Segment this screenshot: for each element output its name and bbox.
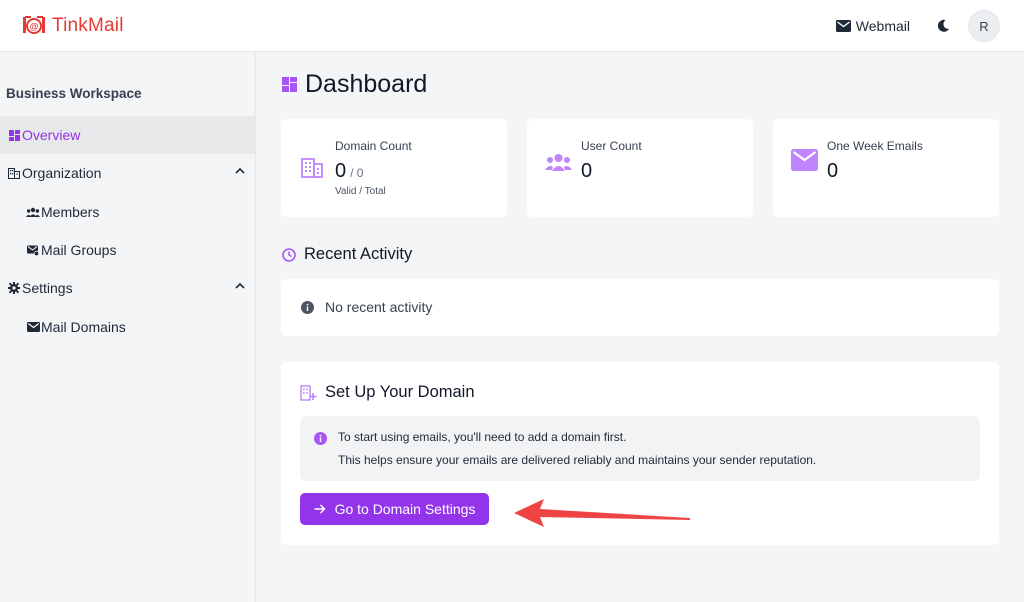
stat-value: 0: [581, 160, 593, 182]
workspace-name: Business Workspace: [6, 86, 142, 101]
button-label: Go to Domain Settings: [334, 501, 476, 517]
stat-label: Domain Count: [335, 139, 412, 153]
mail-icon: [25, 322, 41, 332]
envelope-icon: [835, 20, 856, 32]
stat-value-number: 0: [335, 160, 347, 182]
recent-activity-title: Recent Activity: [304, 245, 413, 263]
dashboard-icon: [282, 77, 297, 92]
sidebar-item-label: Mail Groups: [41, 242, 117, 258]
go-to-domain-settings-button[interactable]: Go to Domain Settings: [300, 493, 489, 525]
stat-value-total: / 0: [350, 166, 364, 180]
page-title-text: Dashboard: [305, 70, 428, 98]
stat-value: 0: [827, 160, 839, 182]
users-icon: [25, 207, 41, 217]
svg-text:@: @: [30, 22, 39, 32]
stat-value: 0/ 0: [335, 160, 363, 183]
top-bar: @ TinkMail Webmail R: [0, 0, 1024, 52]
brand-name: TinkMail: [52, 15, 124, 36]
sidebar-item-label: Overview: [22, 127, 81, 143]
empty-activity-row: No recent activity: [301, 299, 432, 315]
tinkmail-logo-icon: @: [22, 15, 46, 37]
chevron-up-icon: [235, 282, 245, 289]
info-icon: [301, 300, 325, 314]
sidebar: Business Workspace Overview Organization…: [0, 52, 256, 602]
dashboard-icon: [6, 129, 22, 141]
sidebar-item-label: Mail Domains: [41, 319, 126, 335]
building-icon: [6, 167, 22, 179]
building-icon: [301, 158, 323, 178]
mail-icon: [791, 149, 818, 171]
setup-info-line-1: To start using emails, you'll need to ad…: [338, 430, 627, 444]
sidebar-item-mail-groups[interactable]: Mail Groups: [0, 231, 255, 269]
page-title: Dashboard: [282, 70, 427, 99]
sidebar-item-overview[interactable]: Overview: [0, 116, 255, 154]
stat-card-user-count: User Count 0: [527, 119, 753, 217]
sidebar-item-organization[interactable]: Organization: [0, 154, 255, 192]
user-avatar[interactable]: R: [968, 10, 1000, 42]
sidebar-item-members[interactable]: Members: [0, 193, 255, 231]
chevron-up-icon: [235, 167, 245, 174]
gear-icon: [6, 282, 22, 294]
setup-domain-title: Set Up Your Domain: [325, 383, 475, 401]
users-icon: [545, 153, 572, 171]
sidebar-item-mail-domains[interactable]: Mail Domains: [0, 308, 255, 346]
stat-card-domain-count: Domain Count 0/ 0 Valid / Total: [281, 119, 507, 217]
brand-logo-link[interactable]: @ TinkMail: [22, 12, 124, 40]
stat-caption: Valid / Total: [335, 186, 386, 197]
sidebar-item-settings[interactable]: Settings: [0, 269, 255, 307]
setup-info-alert: To start using emails, you'll need to ad…: [300, 416, 980, 481]
sidebar-item-label: Members: [41, 204, 100, 220]
webmail-link[interactable]: Webmail: [835, 18, 910, 34]
clock-icon: [282, 247, 304, 262]
info-icon: [314, 432, 327, 445]
setup-domain-heading: Set Up Your Domain: [300, 383, 475, 402]
empty-activity-text: No recent activity: [325, 299, 433, 315]
arrow-right-icon: [314, 504, 335, 514]
stat-card-one-week-emails: One Week Emails 0: [773, 119, 999, 217]
setup-info-line-2: This helps ensure your emails are delive…: [338, 453, 817, 467]
sidebar-item-label: Organization: [22, 165, 102, 181]
dark-mode-toggle-button[interactable]: [936, 19, 950, 33]
mail-group-icon: [25, 245, 41, 256]
recent-activity-card: No recent activity: [281, 279, 999, 336]
webmail-label: Webmail: [855, 18, 910, 34]
stat-label: One Week Emails: [827, 139, 923, 153]
stat-label: User Count: [581, 139, 642, 153]
moon-icon: [936, 19, 950, 33]
sidebar-item-label: Settings: [22, 280, 73, 296]
annotation-arrow-icon: [510, 497, 694, 532]
building-add-icon: [300, 384, 325, 401]
recent-activity-heading: Recent Activity: [282, 245, 412, 264]
